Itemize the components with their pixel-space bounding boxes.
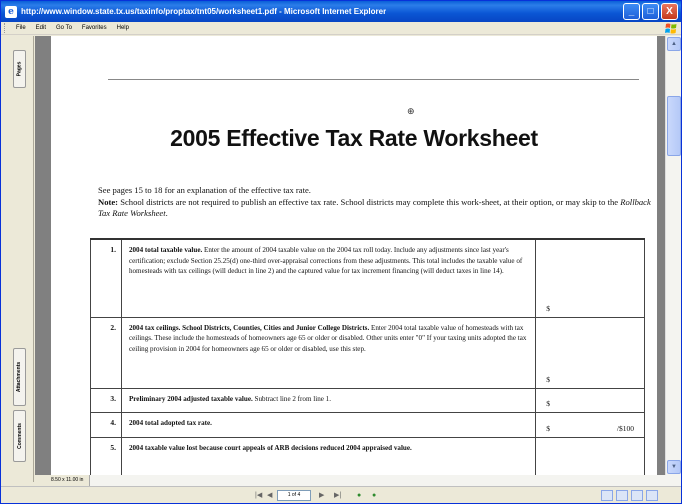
table-row: 4. 2004 total adopted tax rate. $ /$100 [90, 411, 645, 438]
line-bold: 2004 tax ceilings. School Districts, Cou… [128, 323, 370, 332]
dollar-sign: $ [546, 374, 550, 384]
continuous-facing-view-button[interactable] [646, 490, 658, 501]
horizontal-scroll-row: 8.50 x 11.00 in [35, 475, 681, 486]
navigation-panel: Pages Attachments Comments [1, 36, 34, 482]
pdf-page: ⊕ 2005 Effective Tax Rate Worksheet See … [51, 36, 657, 475]
line-number: 5. [90, 436, 122, 475]
toolbar-grip[interactable] [4, 23, 7, 33]
minimize-button[interactable]: _ [623, 3, 640, 20]
amount-cell[interactable] [535, 436, 645, 475]
worksheet-table: 1. 2004 total taxable value. Enter the a… [90, 238, 645, 475]
table-row: 2. 2004 tax ceilings. School Districts, … [90, 316, 645, 389]
next-page-icon[interactable]: ▶ [319, 490, 324, 501]
tab-pages[interactable]: Pages [13, 50, 26, 88]
line-description: 2004 taxable value lost because court ap… [120, 436, 537, 475]
last-page-icon[interactable]: ▶| [334, 490, 341, 501]
line-text: Subtract line 2 from line 1. [252, 394, 331, 403]
window-title: http://www.window.state.tx.us/taxinfo/pr… [21, 7, 387, 16]
dollar-sign: $ [546, 423, 550, 433]
document-title: 2005 Effective Tax Rate Worksheet [170, 125, 538, 151]
browser-window: e http://www.window.state.tx.us/taxinfo/… [0, 0, 682, 504]
line-number: 1. [90, 238, 122, 318]
intro-line: See pages 15 to 18 for an explanation of… [98, 185, 311, 195]
table-row: 5. 2004 taxable value lost because court… [90, 436, 645, 475]
scroll-up-button[interactable]: ▲ [667, 37, 681, 51]
amount-cell[interactable]: $ [535, 316, 645, 389]
page-number-field[interactable]: 1 of 4 [277, 490, 311, 501]
first-page-icon[interactable]: |◀ [255, 490, 262, 501]
menu-file[interactable]: File [11, 25, 31, 31]
table-row: 3. Preliminary 2004 adjusted taxable val… [90, 387, 645, 413]
line-number: 3. [90, 387, 122, 413]
line-description: 2004 tax ceilings. School Districts, Cou… [120, 316, 537, 389]
horizontal-scrollbar[interactable] [90, 475, 681, 486]
single-page-view-button[interactable] [601, 490, 613, 501]
line-description: 2004 total taxable value. Enter the amou… [120, 238, 537, 318]
intro-text: See pages 15 to 18 for an explanation of… [98, 185, 653, 220]
note-label: Note: [98, 196, 119, 207]
tab-attachments[interactable]: Attachments [13, 348, 26, 406]
close-button[interactable]: X [661, 3, 678, 20]
scroll-thumb[interactable] [667, 96, 681, 156]
dollar-sign: $ [546, 303, 550, 313]
prev-page-icon[interactable]: ◀ [267, 490, 272, 501]
document-viewport[interactable]: ⊕ 2005 Effective Tax Rate Worksheet See … [35, 36, 665, 475]
facing-view-button[interactable] [631, 490, 643, 501]
line-bold: 2004 total adopted tax rate. [128, 418, 212, 427]
vertical-scrollbar[interactable]: ▲ ▼ [665, 36, 681, 475]
tab-comments[interactable]: Comments [13, 410, 26, 462]
line-number: 2. [90, 316, 122, 389]
menu-bar: File Edit Go To Favorites Help [1, 22, 681, 35]
menu-favorites[interactable]: Favorites [77, 25, 112, 31]
line-description: Preliminary 2004 adjusted taxable value.… [120, 387, 537, 413]
windows-flag-icon [665, 23, 677, 34]
menu-goto[interactable]: Go To [51, 25, 77, 31]
continuous-view-button[interactable] [616, 490, 628, 501]
line-number: 4. [90, 411, 122, 438]
window-controls: _ □ X [623, 3, 678, 20]
line-description: 2004 total adopted tax rate. [120, 411, 537, 438]
menu-edit[interactable]: Edit [31, 25, 51, 31]
zoom-in-cursor-icon: ⊕ [407, 107, 415, 117]
amount-cell[interactable]: $ [535, 238, 645, 318]
status-bar: |◀ ◀ 1 of 4 ▶ ▶| ● ● [1, 486, 681, 503]
scroll-down-button[interactable]: ▼ [667, 460, 681, 474]
page-size-indicator: 8.50 x 11.00 in [35, 475, 91, 486]
amount-cell[interactable]: $ [535, 387, 645, 413]
note-end: . [165, 208, 168, 218]
line-bold: 2004 total taxable value. [128, 246, 203, 254]
maximize-button[interactable]: □ [642, 3, 659, 20]
header-rule [108, 79, 639, 80]
line-bold: 2004 taxable value lost because court ap… [128, 443, 412, 452]
per-unit: /$100 [616, 423, 634, 433]
title-bar: e http://www.window.state.tx.us/taxinfo/… [1, 1, 681, 22]
line-bold: Preliminary 2004 adjusted taxable value. [128, 394, 253, 403]
ie-page-icon: e [5, 5, 17, 18]
note-text: School districts are not required to pub… [118, 196, 621, 207]
amount-cell[interactable]: $ /$100 [535, 411, 645, 438]
go-back-icon[interactable]: ● [357, 490, 361, 501]
go-forward-icon[interactable]: ● [372, 490, 376, 501]
table-row: 1. 2004 total taxable value. Enter the a… [90, 238, 645, 318]
note-paragraph: Note: School districts are not required … [98, 197, 653, 220]
menu-help[interactable]: Help [112, 25, 134, 31]
dollar-sign: $ [546, 398, 550, 408]
